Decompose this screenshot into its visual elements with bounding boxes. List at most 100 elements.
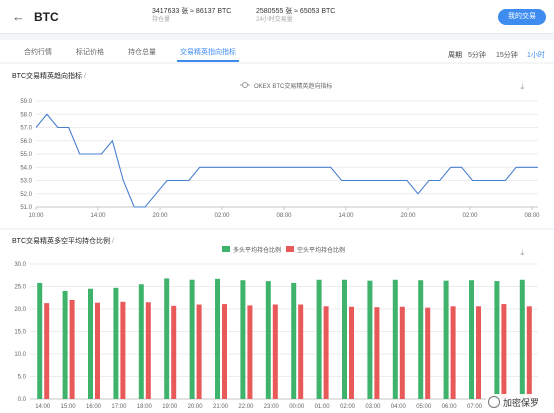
short-bar bbox=[95, 302, 100, 399]
x-tick-label: 00:00 bbox=[289, 404, 305, 410]
trend-indicator-panel: BTC交易精英趋向指标 / ⤓ OKEX BTC交易精英趋向指标 51.0 52.0… bbox=[0, 64, 554, 228]
y-tick-label: 56.0 bbox=[20, 139, 32, 145]
x-tick-label: 08:00 bbox=[276, 213, 292, 219]
x-tick-label: 21:00 bbox=[213, 404, 229, 410]
y-tick-label: 5.0 bbox=[18, 375, 27, 381]
long-bar bbox=[418, 280, 424, 399]
long-bar bbox=[37, 282, 43, 399]
long-bar bbox=[342, 279, 347, 399]
long-bar bbox=[316, 279, 322, 399]
volume-stat: 2580555 张 ≈ 65053 BTC 24小时交易量 bbox=[256, 7, 335, 25]
short-bar bbox=[171, 305, 177, 399]
x-tick-label: 06:00 bbox=[442, 404, 458, 410]
long-bar bbox=[494, 281, 500, 399]
x-tick-label: 19:00 bbox=[162, 404, 178, 410]
my-trade-button[interactable]: 我的交易 bbox=[498, 9, 546, 25]
x-tick-label: 02:00 bbox=[462, 213, 478, 219]
short-bar bbox=[247, 305, 253, 399]
page-title: BTC bbox=[34, 10, 59, 24]
short-bar bbox=[526, 306, 532, 399]
short-bar bbox=[374, 307, 380, 399]
short-bar bbox=[272, 304, 278, 399]
x-tick-label: 07:00 bbox=[467, 404, 483, 410]
trend-line-chart: OKEX BTC交易精英趋向指标 51.0 52.0 53.0 54.0 55.0 56.0… bbox=[20, 82, 540, 219]
x-tick-label: 03:00 bbox=[365, 404, 381, 410]
series-line bbox=[35, 113, 538, 208]
short-bar bbox=[120, 301, 126, 399]
y-tick-label: 53.0 bbox=[20, 179, 32, 185]
x-tick-label: 20:00 bbox=[188, 404, 204, 410]
top-header: ← BTC 3417633 张 ≈ 86137 BTC 持仓量 2580555 … bbox=[0, 0, 554, 34]
legend-short-swatch bbox=[286, 246, 294, 252]
long-bar bbox=[367, 280, 373, 399]
x-tick-label: 14:00 bbox=[338, 213, 354, 219]
position-ratio-panel: BTC交易精英多空平均持仓比例 / ⤓ 多头平均持仓比例 空头平均持仓比例 0.0 5… bbox=[0, 230, 554, 413]
y-tick-label: 51.0 bbox=[20, 205, 32, 211]
long-bar bbox=[215, 278, 220, 399]
long-bar bbox=[469, 280, 474, 399]
period-option-1h[interactable]: 1小时 bbox=[527, 50, 545, 60]
y-tick-label: 59.0 bbox=[20, 99, 32, 105]
x-tick-label: 20:00 bbox=[152, 213, 168, 219]
open-interest-stat: 3417633 张 ≈ 86137 BTC 持仓量 bbox=[152, 7, 231, 25]
x-tick-label: 14:00 bbox=[90, 213, 106, 219]
x-tick-label: 23:00 bbox=[264, 404, 280, 410]
tab-mark-price[interactable]: 标记价格 bbox=[76, 47, 104, 57]
y-tick-label: 52.0 bbox=[20, 192, 32, 198]
x-tick-label: 05:00 bbox=[416, 404, 432, 410]
x-tick-label: 02:00 bbox=[340, 404, 356, 410]
legend-marker-dot bbox=[242, 82, 248, 88]
y-tick-label: 20.0 bbox=[14, 307, 26, 313]
tab-contract-market[interactable]: 合约行情 bbox=[24, 47, 52, 57]
long-bar bbox=[392, 279, 398, 399]
y-tick-label: 15.0 bbox=[14, 330, 26, 336]
x-tick-label: 14:00 bbox=[35, 404, 51, 410]
short-bar bbox=[44, 303, 50, 399]
legend-long-label: 多头平均持仓比例 bbox=[233, 246, 281, 254]
long-bar bbox=[519, 279, 525, 399]
x-tick-label: 18:00 bbox=[137, 404, 153, 410]
position-ratio-bar-chart: 多头平均持仓比例 空头平均持仓比例 0.0 5.0 10.0 15.0 20.0 25.0 30… bbox=[14, 246, 538, 410]
y-tick-label: 57.0 bbox=[20, 126, 32, 132]
x-tick-label: 15:00 bbox=[61, 404, 77, 410]
short-bar bbox=[425, 307, 431, 399]
tab-elite-indicator[interactable]: 交易精英指向指标 bbox=[180, 47, 236, 57]
long-bar bbox=[88, 288, 93, 399]
x-tick-label: 10:00 bbox=[28, 213, 44, 219]
y-tick-label: 10.0 bbox=[14, 352, 26, 358]
short-bar bbox=[298, 304, 304, 399]
short-bar bbox=[323, 306, 329, 399]
x-tick-label: 01:00 bbox=[315, 404, 331, 410]
y-tick-label: 54.0 bbox=[20, 165, 32, 171]
x-tick-label: 02:00 bbox=[214, 213, 230, 219]
long-bar bbox=[189, 279, 195, 399]
long-bar bbox=[164, 278, 170, 399]
x-tick-label: 20:00 bbox=[400, 213, 416, 219]
open-interest-label: 持仓量 bbox=[152, 17, 171, 23]
x-tick-label: 08:00 bbox=[524, 213, 540, 219]
short-bar bbox=[69, 300, 75, 399]
y-tick-label: 25.0 bbox=[14, 285, 26, 291]
long-bar bbox=[443, 280, 449, 399]
long-bar bbox=[240, 280, 246, 399]
short-bar bbox=[450, 306, 456, 399]
open-interest-value: 3417633 张 ≈ 86137 BTC bbox=[152, 8, 232, 15]
period-option-15m[interactable]: 15分钟 bbox=[496, 50, 518, 60]
short-bar bbox=[145, 302, 151, 399]
back-arrow-icon[interactable]: ← bbox=[12, 9, 25, 24]
short-bar bbox=[399, 306, 405, 399]
volume-value: 2580555 张 ≈ 65053 BTC bbox=[256, 8, 336, 15]
long-bar bbox=[62, 291, 68, 399]
period-label: 周期 bbox=[448, 52, 462, 59]
short-bar bbox=[476, 306, 481, 399]
x-tick-label: 16:00 bbox=[86, 404, 102, 410]
tab-open-interest[interactable]: 持仓总量 bbox=[128, 47, 156, 57]
y-tick-label: 58.0 bbox=[20, 112, 32, 118]
long-bar bbox=[113, 287, 119, 399]
y-tick-label: 0.0 bbox=[18, 397, 27, 403]
legend-label: OKEX BTC交易精英趋向指标 bbox=[254, 82, 332, 90]
x-tick-label: 22:00 bbox=[238, 404, 254, 410]
period-option-5m[interactable]: 5分钟 bbox=[468, 50, 486, 60]
y-tick-label: 55.0 bbox=[20, 152, 32, 158]
wechat-icon bbox=[488, 396, 500, 408]
